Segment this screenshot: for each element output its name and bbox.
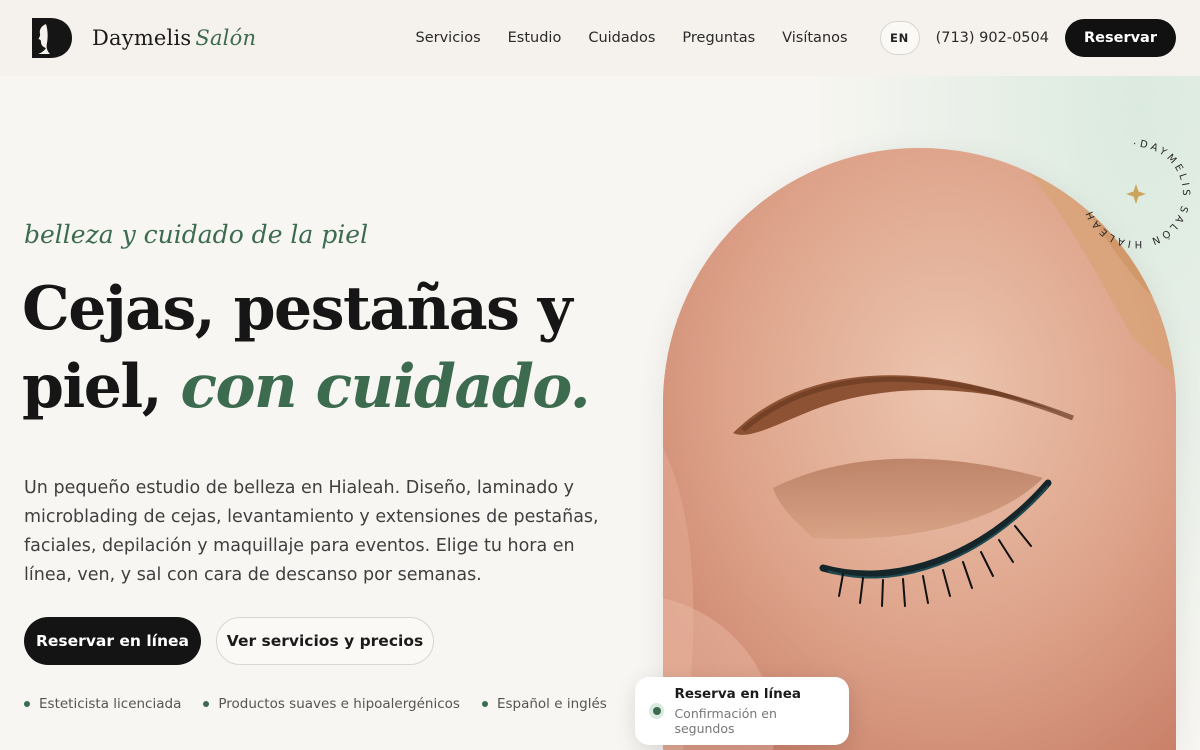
feature-item: Español e inglés <box>481 696 607 712</box>
nav-visitanos[interactable]: Visítanos <box>782 30 847 46</box>
book-online-button[interactable]: Reservar en línea <box>24 617 201 665</box>
main-nav: Servicios Estudio Cuidados Preguntas Vis… <box>416 19 1176 57</box>
booking-status-card: Reserva en línea Confirmación en segundo… <box>635 677 849 745</box>
nav-estudio[interactable]: Estudio <box>508 30 562 46</box>
sparkle-icon <box>1126 184 1146 204</box>
feature-item: Productos suaves e hipoalergénicos <box>203 696 460 712</box>
feature-label: Esteticista licenciada <box>39 696 182 712</box>
bullet-dot-icon <box>203 701 210 707</box>
bullet-dot-icon <box>24 701 30 707</box>
headline-accent: con cuidado. <box>180 352 591 422</box>
site-header: Daymelis Salón Servicios Estudio Cuidados… <box>0 0 1200 76</box>
d-portrait-logo-icon <box>32 18 72 58</box>
bullet-dot-icon <box>481 701 488 707</box>
headline-line2: piel, <box>22 352 181 422</box>
nav-preguntas[interactable]: Preguntas <box>682 30 755 46</box>
status-subtitle: Confirmación en segundos <box>674 706 777 736</box>
header-book-button[interactable]: Reservar <box>1064 19 1176 57</box>
status-text: Reserva en línea Confirmación en segundo… <box>674 686 835 736</box>
phone-link[interactable]: (713) 902-0504 <box>936 30 1049 46</box>
brand-name: Daymelis Salón <box>92 26 256 50</box>
hero-intro: Un pequeño estudio de belleza en Hialeah… <box>24 478 599 585</box>
feature-list: Esteticista licenciada Productos suaves … <box>24 696 607 712</box>
headline-line1: Cejas, pestañas y <box>22 274 573 344</box>
brand-name-accent: Salón <box>195 26 257 50</box>
status-title: Reserva en línea <box>674 686 802 702</box>
circular-brand-stamp: ·DAYMELIS SALÓN HIALEAH <box>1083 139 1187 249</box>
feature-item: Esteticista licenciada <box>24 696 181 712</box>
brand[interactable]: Daymelis Salón <box>30 16 256 60</box>
nav-servicios[interactable]: Servicios <box>416 30 481 46</box>
hero-tagline: belleza y cuidado de la piel <box>24 220 369 249</box>
feature-label: Productos suaves e hipoalergénicos <box>218 696 460 712</box>
status-dot-icon <box>649 703 665 719</box>
feature-label: Español e inglés <box>496 696 607 712</box>
hero-headline: Cejas, pestañas y piel, con cuidado. <box>22 270 642 426</box>
brand-name-text: Daymelis <box>92 26 192 50</box>
language-toggle[interactable]: EN <box>879 21 920 55</box>
nav-cuidados[interactable]: Cuidados <box>588 30 655 46</box>
services-prices-button[interactable]: Ver servicios y precios <box>216 617 434 665</box>
